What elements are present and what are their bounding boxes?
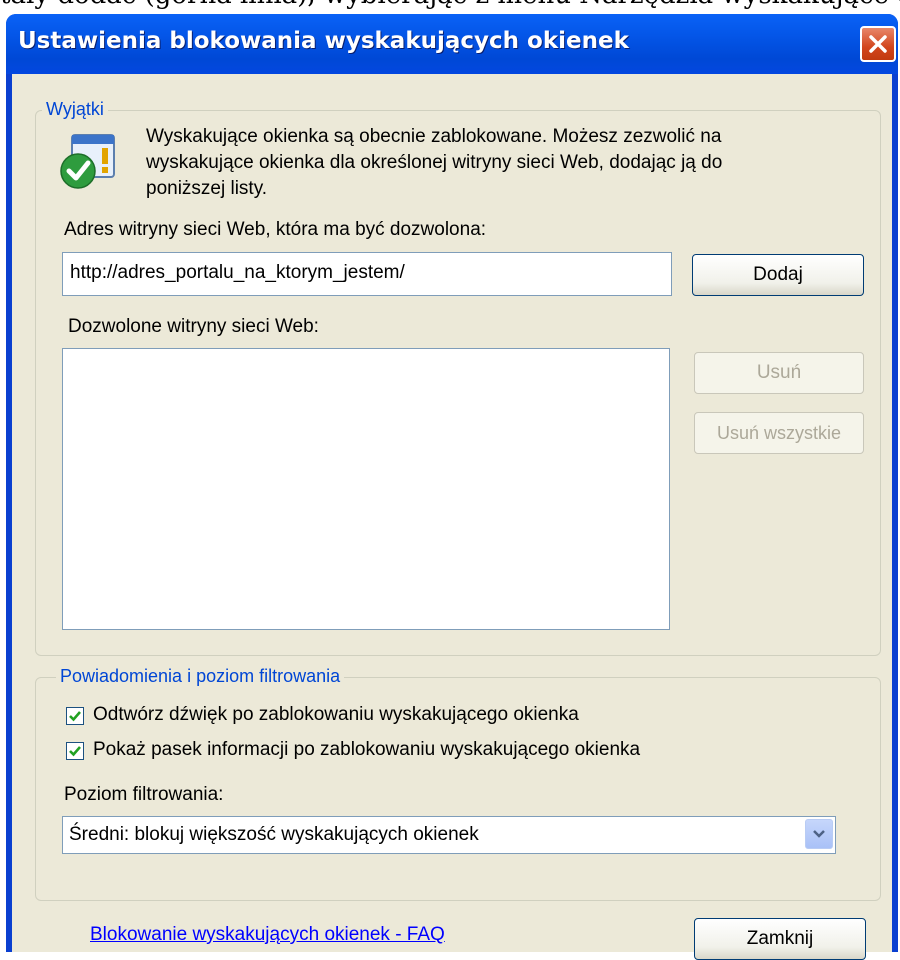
filter-level-label: Poziom filtrowania: <box>64 784 224 805</box>
faq-link[interactable]: Blokowanie wyskakujących okienek - FAQ <box>90 924 445 946</box>
remove-button[interactable]: Usuń <box>694 352 864 394</box>
dialog-client-area: Wyjątki Wyskakujące okienka są obecnie z… <box>12 74 892 960</box>
remove-all-button[interactable]: Usuń wszystkie <box>694 412 864 454</box>
checkmark-icon <box>69 711 81 722</box>
show-infobar-checkbox[interactable] <box>66 742 84 760</box>
dialog-title: Ustawienia blokowania wyskakujących okie… <box>18 28 629 54</box>
close-button[interactable]: Zamknij <box>694 918 866 960</box>
dropdown-arrow[interactable] <box>805 819 833 849</box>
filter-level-select[interactable]: Średni: blokuj większość wyskakujących o… <box>62 816 836 854</box>
checkmark-icon <box>69 746 81 757</box>
exceptions-legend: Wyjątki <box>42 99 108 120</box>
popup-blocked-shield-icon <box>60 134 115 189</box>
address-label: Adres witryny sieci Web, która ma być do… <box>64 219 487 240</box>
notifications-legend: Powiadomienia i poziom filtrowania <box>56 666 345 687</box>
blocked-info-line-2: wyskakujące okienka dla określonej witry… <box>146 152 723 173</box>
close-window-button[interactable] <box>860 26 896 62</box>
play-sound-checkbox[interactable] <box>66 707 84 725</box>
background-document-text: tały dodać (górna linia), wybierając z m… <box>0 0 900 10</box>
allowed-sites-label: Dozwolone witryny sieci Web: <box>68 316 319 337</box>
filter-level-value: Średni: blokuj większość wyskakujących o… <box>69 824 479 845</box>
popup-blocker-settings-dialog: Ustawienia blokowania wyskakujących okie… <box>6 14 898 960</box>
blocked-info-line-3: poniższej listy. <box>146 178 268 199</box>
website-address-value: http://adres_portalu_na_ktorym_jestem/ <box>70 262 405 283</box>
chevron-down-icon <box>813 830 825 838</box>
title-bar[interactable]: Ustawienia blokowania wyskakujących okie… <box>6 14 898 74</box>
show-infobar-label: Pokaż pasek informacji po zablokowaniu w… <box>93 739 641 760</box>
allowed-sites-list[interactable] <box>62 348 670 630</box>
close-icon <box>869 35 887 53</box>
add-button[interactable]: Dodaj <box>692 254 864 296</box>
blocked-info-line-1: Wyskakujące okienka są obecnie zablokowa… <box>146 126 722 147</box>
website-address-input[interactable]: http://adres_portalu_na_ktorym_jestem/ <box>62 252 672 296</box>
play-sound-label: Odtwórz dźwięk po zablokowaniu wyskakują… <box>93 704 579 725</box>
